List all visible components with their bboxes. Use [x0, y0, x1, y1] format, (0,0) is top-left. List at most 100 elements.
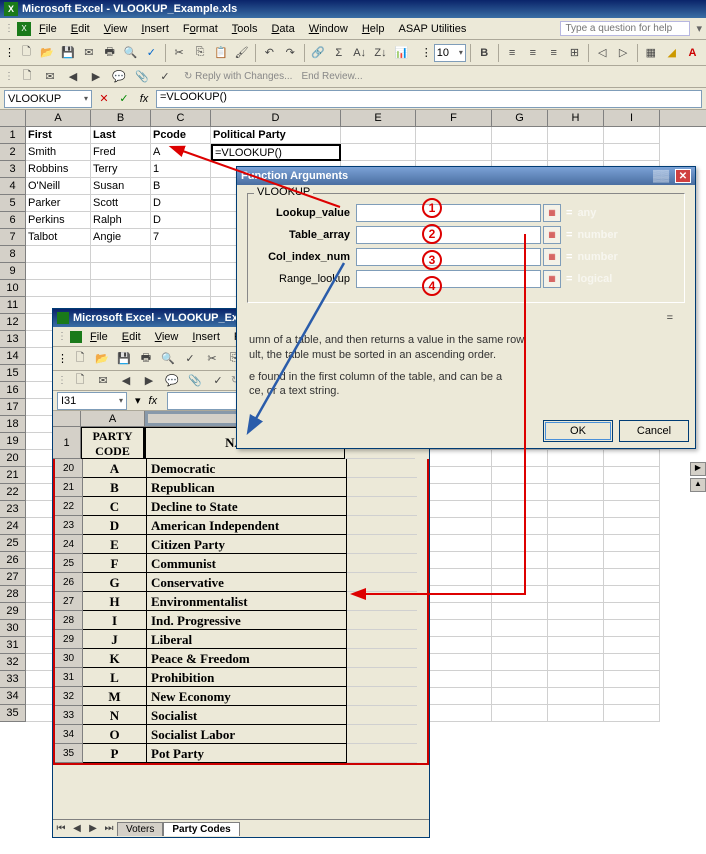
row-header[interactable]: 28: [55, 611, 83, 630]
cell[interactable]: Ralph: [91, 212, 151, 229]
party-name-cell[interactable]: Conservative: [147, 573, 347, 592]
cell[interactable]: [548, 705, 604, 722]
cell[interactable]: Fred: [91, 144, 151, 161]
cell[interactable]: [548, 467, 604, 484]
cell[interactable]: [492, 467, 548, 484]
cell[interactable]: [492, 501, 548, 518]
cell[interactable]: Perkins: [26, 212, 91, 229]
party-code-cell[interactable]: H: [83, 592, 147, 611]
menu-tools[interactable]: Tools: [226, 21, 264, 37]
cell[interactable]: [492, 654, 548, 671]
col-index-input[interactable]: [356, 248, 541, 266]
cell[interactable]: [416, 127, 492, 144]
cell[interactable]: [604, 127, 660, 144]
party-code-cell[interactable]: P: [83, 744, 147, 763]
cell[interactable]: [492, 688, 548, 705]
rev-btn-5[interactable]: 💬: [109, 67, 129, 87]
cell[interactable]: Terry: [91, 161, 151, 178]
cell[interactable]: [492, 705, 548, 722]
child-menu-view[interactable]: View: [149, 329, 185, 345]
cell[interactable]: [548, 552, 604, 569]
redo-button[interactable]: ↷: [281, 43, 300, 63]
menu-insert[interactable]: Insert: [135, 21, 175, 37]
row-header[interactable]: 27: [0, 569, 26, 586]
child-menu-insert[interactable]: Insert: [186, 329, 226, 345]
tab-voters[interactable]: Voters: [117, 822, 163, 836]
cell[interactable]: D: [151, 212, 211, 229]
cell[interactable]: Robbins: [26, 161, 91, 178]
row-header[interactable]: 27: [55, 592, 83, 611]
cell[interactable]: [604, 569, 660, 586]
row-header[interactable]: 30: [55, 649, 83, 668]
child-menu-file[interactable]: File: [84, 329, 114, 345]
cell[interactable]: D: [151, 195, 211, 212]
child-col-a[interactable]: A: [81, 411, 145, 426]
menu-window[interactable]: Window: [303, 21, 354, 37]
row-header[interactable]: 12: [0, 314, 26, 331]
child-new-button[interactable]: 🗋: [70, 349, 90, 369]
sort-desc-button[interactable]: Z↓: [371, 43, 390, 63]
help-search-input[interactable]: [560, 21, 690, 36]
cell[interactable]: [604, 144, 660, 161]
party-name-cell[interactable]: Prohibition: [147, 668, 347, 687]
party-name-cell[interactable]: Citizen Party: [147, 535, 347, 554]
column-header-d[interactable]: D: [211, 110, 341, 126]
row-header[interactable]: 7: [0, 229, 26, 246]
cell[interactable]: [604, 620, 660, 637]
row-header[interactable]: 25: [55, 554, 83, 573]
row-header[interactable]: 34: [0, 688, 26, 705]
cell[interactable]: [492, 518, 548, 535]
row-header[interactable]: 24: [55, 535, 83, 554]
party-name-cell[interactable]: American Independent: [147, 516, 347, 535]
cell[interactable]: [604, 518, 660, 535]
party-code-cell[interactable]: N: [83, 706, 147, 725]
menu-help[interactable]: Help: [356, 21, 391, 37]
row-header[interactable]: 34: [55, 725, 83, 744]
party-name-cell[interactable]: Socialist: [147, 706, 347, 725]
cell[interactable]: [492, 484, 548, 501]
party-code-cell[interactable]: D: [83, 516, 147, 535]
party-name-cell[interactable]: Republican: [147, 478, 347, 497]
cell[interactable]: [604, 671, 660, 688]
cell[interactable]: Scott: [91, 195, 151, 212]
indent-inc-button[interactable]: ▷: [614, 43, 633, 63]
cell[interactable]: [492, 552, 548, 569]
row-header[interactable]: 13: [0, 331, 26, 348]
cut-button[interactable]: ✂: [170, 43, 189, 63]
borders-button[interactable]: ▦: [641, 43, 660, 63]
party-code-cell[interactable]: B: [83, 478, 147, 497]
column-header-i[interactable]: I: [604, 110, 660, 126]
align-center-button[interactable]: ≡: [523, 43, 542, 63]
cell[interactable]: [492, 620, 548, 637]
column-header-c[interactable]: C: [151, 110, 211, 126]
rev-btn-6[interactable]: 📎: [132, 67, 152, 87]
cell[interactable]: [604, 654, 660, 671]
cancel-formula-button[interactable]: ✕: [96, 91, 112, 107]
cell[interactable]: [548, 518, 604, 535]
cell[interactable]: [151, 263, 211, 280]
menu-format[interactable]: Format: [177, 21, 224, 37]
row-header[interactable]: 35: [0, 705, 26, 722]
lookup-value-input[interactable]: [356, 204, 541, 222]
tab-nav-next[interactable]: ▶: [85, 823, 101, 834]
party-code-cell[interactable]: L: [83, 668, 147, 687]
party-name-cell[interactable]: Democratic: [147, 459, 347, 478]
table-array-input[interactable]: [356, 226, 541, 244]
autosum-button[interactable]: Σ: [329, 43, 348, 63]
row-header[interactable]: 6: [0, 212, 26, 229]
row-header[interactable]: 28: [0, 586, 26, 603]
cell[interactable]: [492, 535, 548, 552]
row-header[interactable]: 10: [0, 280, 26, 297]
party-code-cell[interactable]: O: [83, 725, 147, 744]
spell-button[interactable]: ✓: [142, 43, 161, 63]
row-header[interactable]: 19: [0, 433, 26, 450]
cell[interactable]: [548, 654, 604, 671]
cell[interactable]: [492, 671, 548, 688]
row-header[interactable]: 4: [0, 178, 26, 195]
bold-button[interactable]: B: [475, 43, 494, 63]
scroll-up-button[interactable]: ▲: [690, 478, 706, 492]
fontsize-select[interactable]: 10: [434, 44, 466, 62]
row-header[interactable]: 15: [0, 365, 26, 382]
fill-color-button[interactable]: ◢: [662, 43, 681, 63]
menu-view[interactable]: View: [98, 21, 134, 37]
